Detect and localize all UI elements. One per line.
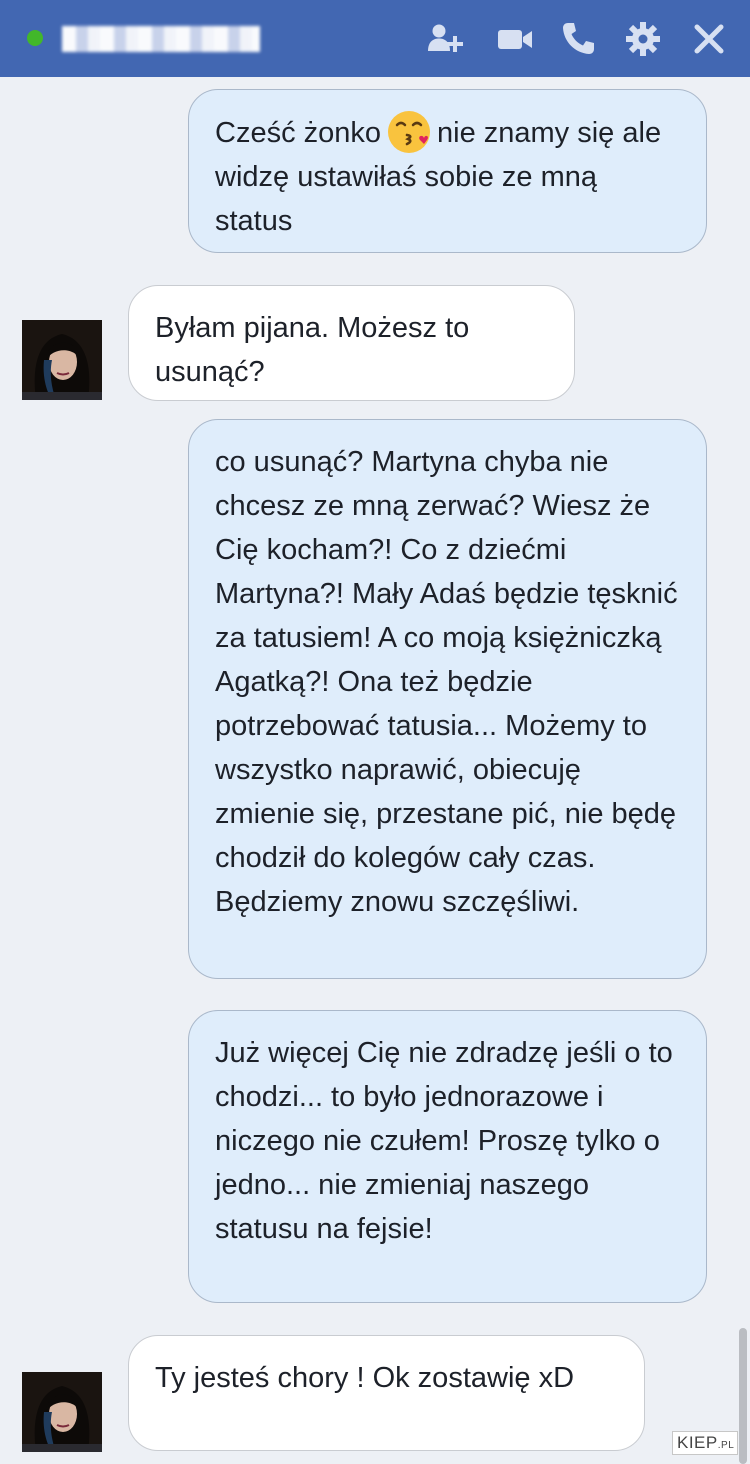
close-icon[interactable]: [690, 20, 728, 58]
message-text: Cześć żonko: [215, 117, 382, 149]
contact-avatar[interactable]: [22, 1372, 102, 1452]
video-camera-icon[interactable]: [496, 20, 534, 58]
kissing-face-emoji-icon: [387, 110, 431, 154]
gear-icon[interactable]: [624, 20, 662, 58]
add-people-icon[interactable]: [426, 20, 464, 58]
message-text: co usunąć? Martyna chyba nie chcesz ze m…: [215, 446, 678, 918]
message-bubble-outgoing[interactable]: Cześć żonko nie znamy się ale widzę usta…: [188, 89, 707, 253]
watermark-text: KIEP: [677, 1433, 718, 1452]
contact-name-blurred[interactable]: [62, 26, 260, 52]
site-watermark: KIEP.PL: [672, 1431, 738, 1455]
message-bubble-outgoing[interactable]: Już więcej Cię nie zdradzę jeśli o to ch…: [188, 1010, 707, 1303]
message-text: Już więcej Cię nie zdradzę jeśli o to ch…: [215, 1037, 673, 1245]
contact-avatar[interactable]: [22, 320, 102, 400]
message-text: Ty jesteś chory ! Ok zostawię xD: [155, 1362, 575, 1394]
online-status-indicator: [27, 30, 43, 46]
chat-header: [0, 0, 750, 77]
message-bubble-incoming[interactable]: Byłam pijana. Możesz to usunąć?: [128, 285, 575, 401]
message-bubble-incoming[interactable]: Ty jesteś chory ! Ok zostawię xD: [128, 1335, 645, 1451]
phone-icon[interactable]: [559, 20, 597, 58]
message-text: Byłam pijana. Możesz to usunąć?: [155, 312, 470, 388]
message-bubble-outgoing[interactable]: co usunąć? Martyna chyba nie chcesz ze m…: [188, 419, 707, 979]
watermark-suffix: .PL: [717, 1440, 735, 1451]
scrollbar-track[interactable]: [736, 77, 750, 1464]
scrollbar-thumb[interactable]: [739, 1328, 747, 1464]
